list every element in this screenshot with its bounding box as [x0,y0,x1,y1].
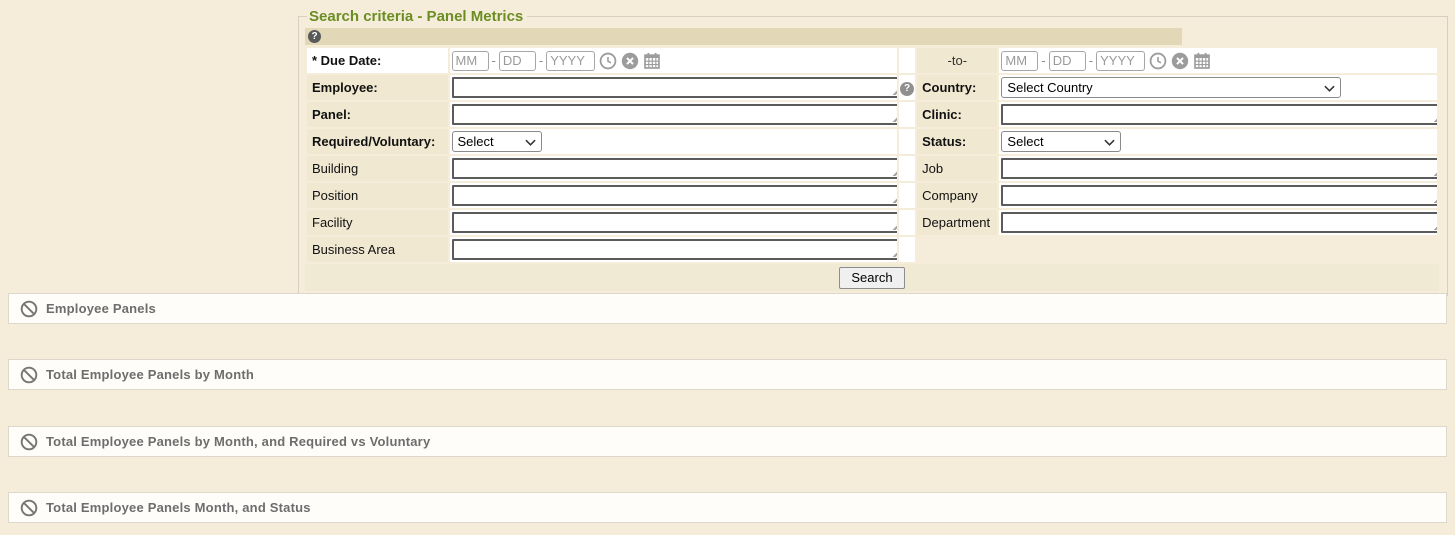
table-row-business-area: Business Area [307,237,1437,262]
table-row-building: Building Job [307,156,1437,181]
panel-label: Panel: [307,102,448,127]
empty-cell [999,237,1437,262]
panel-title: Total Employee Panels Month, and Status [46,500,311,515]
due-date-from-month-input[interactable] [452,51,489,71]
clinic-input[interactable] [1001,104,1437,125]
no-data-icon [20,499,38,517]
job-input[interactable] [1001,158,1437,179]
to-label: -to- [917,48,997,73]
facility-input[interactable] [452,212,898,233]
department-input[interactable] [1001,212,1437,233]
due-date-from-year-input[interactable] [546,51,595,71]
table-row-required-voluntary: Required/Voluntary: Select Status: Selec… [307,129,1437,154]
no-data-icon [20,433,38,451]
spacer-cell [899,102,915,127]
chevron-down-icon [1324,80,1335,95]
clinic-label: Clinic: [917,102,997,127]
spacer-cell [899,210,915,235]
required-voluntary-label: Required/Voluntary: [307,129,448,154]
spacer-cell [899,129,915,154]
clear-icon[interactable] [1171,52,1189,70]
no-data-icon [20,366,38,384]
clock-icon[interactable] [1149,52,1167,70]
panel-title: Total Employee Panels by Month [46,367,254,382]
search-criteria-fieldset: Search criteria - Panel Metrics ? * Due … [298,8,1448,296]
country-select[interactable]: Select Country [1001,77,1341,98]
search-button[interactable]: Search [839,267,904,289]
due-date-label: * Due Date: [307,48,448,73]
facility-label: Facility [307,210,448,235]
table-row-position: Position Company [307,183,1437,208]
empty-cell [917,237,997,262]
status-select-value: Select [1007,134,1043,149]
panel-title: Employee Panels [46,301,156,316]
status-label: Status: [917,129,997,154]
panel-section-total-by-month[interactable]: Total Employee Panels by Month [8,359,1447,390]
country-label: Country: [917,75,997,100]
no-data-icon [20,300,38,318]
employee-input[interactable] [452,77,898,98]
position-label: Position [307,183,448,208]
due-date-to-group: - - [1001,51,1437,71]
business-area-input[interactable] [452,239,898,260]
date-separator: - [1089,54,1093,67]
department-label: Department [917,210,997,235]
job-label: Job [917,156,997,181]
position-input[interactable] [452,185,898,206]
help-icon[interactable]: ? [308,30,321,43]
date-separator: - [492,54,496,67]
calendar-icon[interactable] [643,52,661,70]
country-select-value: Select Country [1007,80,1092,95]
date-separator: - [1041,54,1045,67]
due-date-from-group: - - [452,51,898,71]
employee-label: Employee: [307,75,448,100]
business-area-label: Business Area [307,237,448,262]
spacer-cell [899,48,915,73]
employee-help-icon[interactable]: ? [900,82,914,96]
status-select[interactable]: Select [1001,131,1121,152]
calendar-icon[interactable] [1193,52,1211,70]
fieldset-legend: Search criteria - Panel Metrics [307,8,527,25]
help-bar: ? [305,28,1182,45]
panel-input[interactable] [452,104,898,125]
due-date-to-day-input[interactable] [1049,51,1086,71]
table-row-due-date: * Due Date: - - [307,48,1437,73]
spacer-cell [899,183,915,208]
page-background: Search criteria - Panel Metrics ? * Due … [0,0,1455,535]
due-date-from-day-input[interactable] [499,51,536,71]
table-row-facility: Facility Department [307,210,1437,235]
spacer-cell [899,156,915,181]
due-date-to-year-input[interactable] [1096,51,1145,71]
building-label: Building [307,156,448,181]
company-input[interactable] [1001,185,1437,206]
company-label: Company [917,183,997,208]
search-footer: Search [305,264,1439,291]
date-separator: - [539,54,543,67]
panel-section-total-month-status[interactable]: Total Employee Panels Month, and Status [8,492,1447,523]
table-row-panel: Panel: Clinic: [307,102,1437,127]
clock-icon[interactable] [599,52,617,70]
clear-icon[interactable] [621,52,639,70]
spacer-cell [899,237,915,262]
chevron-down-icon [1104,134,1115,149]
required-voluntary-select[interactable]: Select [452,131,542,152]
panel-section-total-by-month-required-vs-voluntary[interactable]: Total Employee Panels by Month, and Requ… [8,426,1447,457]
required-voluntary-select-value: Select [458,134,494,149]
table-row-employee: Employee: ? Country: Select Country [307,75,1437,100]
building-input[interactable] [452,158,898,179]
due-date-to-month-input[interactable] [1001,51,1038,71]
chevron-down-icon [525,134,536,149]
panel-section-employee-panels[interactable]: Employee Panels [8,293,1447,324]
panel-title: Total Employee Panels by Month, and Requ… [46,434,430,449]
search-form-table: * Due Date: - - [305,46,1439,264]
